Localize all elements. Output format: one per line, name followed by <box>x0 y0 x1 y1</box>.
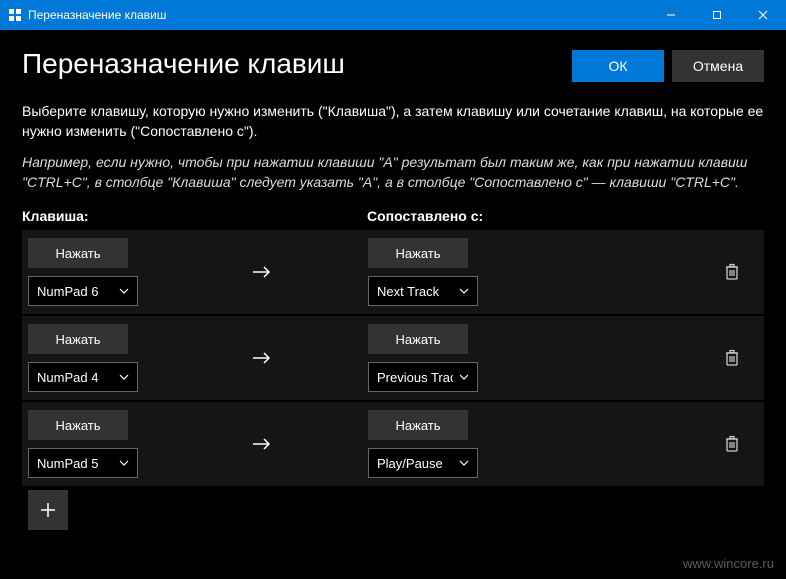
column-header-mapped: Сопоставлено с: <box>367 208 764 224</box>
chevron-down-icon <box>119 374 129 380</box>
type-key-button[interactable]: Нажать <box>28 410 128 440</box>
app-icon <box>8 8 22 22</box>
add-mapping-button[interactable] <box>28 490 68 530</box>
key-dropdown[interactable]: NumPad 5 <box>28 448 138 478</box>
type-key-button[interactable]: Нажать <box>28 324 128 354</box>
mapped-dropdown-label: Next Track <box>377 284 453 299</box>
mapping-row: Нажать NumPad 6 Нажать Next Track <box>22 230 764 314</box>
chevron-down-icon <box>459 374 469 380</box>
key-cell: Нажать NumPad 6 <box>22 238 162 306</box>
header: Переназначение клавиш ОК Отмена <box>0 30 786 82</box>
minimize-button[interactable] <box>648 0 694 30</box>
ok-button[interactable]: ОК <box>572 50 664 82</box>
mapping-row: Нажать NumPad 4 Нажать Previous Track <box>22 316 764 400</box>
chevron-down-icon <box>119 288 129 294</box>
mapping-rows: Нажать NumPad 6 Нажать Next Track <box>22 230 764 486</box>
mapped-dropdown-label: Previous Track <box>377 370 453 385</box>
cancel-button[interactable]: Отмена <box>672 50 764 82</box>
type-key-button[interactable]: Нажать <box>28 238 128 268</box>
add-row <box>22 490 764 530</box>
mapped-dropdown[interactable]: Next Track <box>368 276 478 306</box>
description-example: Например, если нужно, чтобы при нажатии … <box>22 153 764 192</box>
arrow-icon <box>162 264 362 280</box>
key-cell: Нажать NumPad 5 <box>22 410 162 478</box>
window-controls <box>648 0 786 30</box>
columns-header: Клавиша: Сопоставлено с: <box>22 208 764 224</box>
delete-row-button[interactable] <box>716 342 748 374</box>
content: Выберите клавишу, которую нужно изменить… <box>0 82 786 530</box>
mapped-cell: Нажать Play/Pause <box>362 410 502 478</box>
delete-row-button[interactable] <box>716 428 748 460</box>
arrow-icon <box>162 350 362 366</box>
type-mapped-button[interactable]: Нажать <box>368 238 468 268</box>
description-primary: Выберите клавишу, которую нужно изменить… <box>22 102 764 141</box>
key-dropdown[interactable]: NumPad 4 <box>28 362 138 392</box>
delete-row-button[interactable] <box>716 256 748 288</box>
titlebar: Переназначение клавиш <box>0 0 786 30</box>
mapped-dropdown[interactable]: Previous Track <box>368 362 478 392</box>
mapped-dropdown[interactable]: Play/Pause <box>368 448 478 478</box>
header-actions: ОК Отмена <box>572 50 764 82</box>
mapped-cell: Нажать Next Track <box>362 238 502 306</box>
type-mapped-button[interactable]: Нажать <box>368 410 468 440</box>
mapped-cell: Нажать Previous Track <box>362 324 502 392</box>
arrow-icon <box>162 436 362 452</box>
key-dropdown-label: NumPad 6 <box>37 284 113 299</box>
mapping-row: Нажать NumPad 5 Нажать Play/Pause <box>22 402 764 486</box>
close-button[interactable] <box>740 0 786 30</box>
window-title: Переназначение клавиш <box>28 8 648 22</box>
key-cell: Нажать NumPad 4 <box>22 324 162 392</box>
column-header-key: Клавиша: <box>22 208 367 224</box>
maximize-button[interactable] <box>694 0 740 30</box>
page-title: Переназначение клавиш <box>22 48 572 80</box>
chevron-down-icon <box>459 288 469 294</box>
key-dropdown-label: NumPad 5 <box>37 456 113 471</box>
key-dropdown-label: NumPad 4 <box>37 370 113 385</box>
watermark: www.wincore.ru <box>683 556 774 571</box>
key-dropdown[interactable]: NumPad 6 <box>28 276 138 306</box>
mapped-dropdown-label: Play/Pause <box>377 456 453 471</box>
chevron-down-icon <box>119 460 129 466</box>
chevron-down-icon <box>459 460 469 466</box>
type-mapped-button[interactable]: Нажать <box>368 324 468 354</box>
